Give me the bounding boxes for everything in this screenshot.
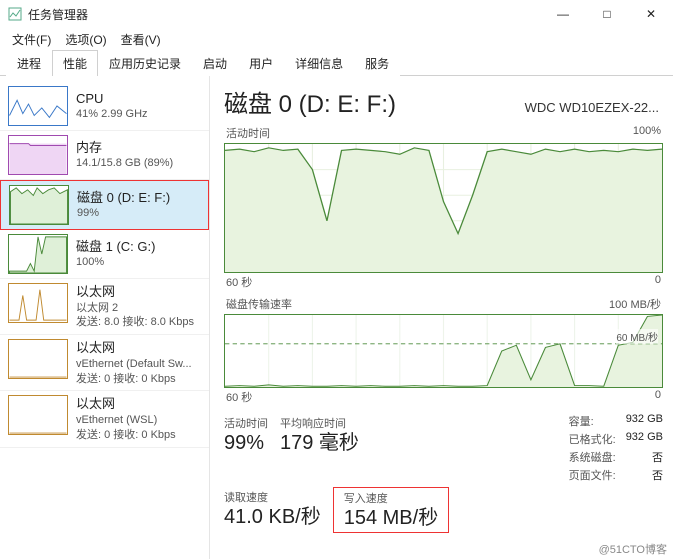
axis-left-1: 60 秒 bbox=[226, 274, 252, 290]
active-time-graph bbox=[224, 143, 663, 273]
tab-bar: 进程 性能 应用历史记录 启动 用户 详细信息 服务 bbox=[0, 50, 673, 76]
active-time-block: 活动时间 100% 60 秒 0 bbox=[224, 125, 663, 290]
sidebar-disk0-sub: 99% bbox=[77, 206, 170, 221]
sidebar-eth0-sub: 发送: 8.0 接收: 8.0 Kbps bbox=[76, 315, 194, 330]
disk-model: WDC WD10EZEX-22... bbox=[408, 100, 663, 115]
sidebar-memory-label: 内存 bbox=[76, 139, 173, 157]
axis-right-1: 0 bbox=[655, 274, 661, 290]
cpu-thumb bbox=[8, 86, 68, 126]
stat-read-label: 读取速度 bbox=[224, 489, 321, 505]
tab-users[interactable]: 用户 bbox=[238, 50, 284, 76]
sidebar-eth1-label: 以太网 bbox=[76, 339, 192, 357]
meta-formatted-label: 已格式化: bbox=[569, 431, 616, 447]
sidebar-eth2-name: vEthernet (WSL) bbox=[76, 413, 176, 428]
maximize-button[interactable]: □ bbox=[585, 0, 629, 28]
sidebar-disk1-label: 磁盘 1 (C: G:) bbox=[76, 238, 155, 256]
stat-read-value: 41.0 KB/秒 bbox=[224, 505, 321, 529]
menu-view[interactable]: 查看(V) bbox=[115, 29, 167, 50]
meta-sysdisk-label: 系统磁盘: bbox=[569, 449, 616, 465]
sidebar-item-ethernet-1[interactable]: 以太网 vEthernet (Default Sw... 发送: 0 接收: 0… bbox=[0, 335, 209, 391]
sidebar-item-ethernet-0[interactable]: 以太网 以太网 2 发送: 8.0 接收: 8.0 Kbps bbox=[0, 279, 209, 335]
sidebar-cpu-label: CPU bbox=[76, 90, 148, 108]
axis-right-2: 0 bbox=[655, 389, 661, 405]
app-icon bbox=[8, 7, 22, 21]
stat-resp-value: 179 毫秒 bbox=[280, 431, 359, 455]
sidebar-eth0-label: 以太网 bbox=[76, 283, 194, 301]
memory-thumb bbox=[8, 135, 68, 175]
sidebar-eth2-sub: 发送: 0 接收: 0 Kbps bbox=[76, 428, 176, 443]
sidebar-item-memory[interactable]: 内存 14.1/15.8 GB (89%) bbox=[0, 131, 209, 180]
active-time-label: 活动时间 bbox=[226, 125, 270, 141]
performance-detail: 磁盘 0 (D: E: F:) WDC WD10EZEX-22... 活动时间 … bbox=[210, 76, 673, 559]
active-time-max: 100% bbox=[633, 125, 661, 141]
sidebar-disk1-sub: 100% bbox=[76, 255, 155, 270]
tab-startup[interactable]: 启动 bbox=[192, 50, 238, 76]
stat-write-label: 写入速度 bbox=[344, 490, 438, 506]
sidebar-item-ethernet-2[interactable]: 以太网 vEthernet (WSL) 发送: 0 接收: 0 Kbps bbox=[0, 391, 209, 447]
stat-resp-label: 平均响应时间 bbox=[280, 415, 359, 431]
menu-bar: 文件(F) 选项(O) 查看(V) bbox=[0, 28, 673, 50]
sidebar-memory-sub: 14.1/15.8 GB (89%) bbox=[76, 156, 173, 171]
meta-pagefile-value: 否 bbox=[626, 467, 663, 483]
window-titlebar: 任务管理器 — □ ✕ bbox=[0, 0, 673, 28]
transfer-rate-dashlabel: 60 MB/秒 bbox=[616, 329, 658, 344]
stat-active-label: 活动时间 bbox=[224, 415, 268, 431]
stat-active-value: 99% bbox=[224, 431, 268, 455]
detail-title: 磁盘 0 (D: E: F:) bbox=[224, 84, 396, 119]
sidebar-item-disk1[interactable]: 磁盘 1 (C: G:) 100% bbox=[0, 230, 209, 279]
disk1-thumb bbox=[8, 234, 68, 274]
close-button[interactable]: ✕ bbox=[629, 0, 673, 28]
transfer-rate-max: 100 MB/秒 bbox=[609, 296, 661, 312]
tab-processes[interactable]: 进程 bbox=[6, 50, 52, 76]
sidebar-eth1-name: vEthernet (Default Sw... bbox=[76, 357, 192, 372]
meta-formatted-value: 932 GB bbox=[626, 431, 663, 447]
transfer-rate-graph: 60 MB/秒 bbox=[224, 314, 663, 388]
transfer-rate-label: 磁盘传输速率 bbox=[226, 296, 292, 312]
tab-services[interactable]: 服务 bbox=[354, 50, 400, 76]
sidebar-disk0-label: 磁盘 0 (D: E: F:) bbox=[77, 189, 170, 207]
sidebar-item-cpu[interactable]: CPU 41% 2.99 GHz bbox=[0, 82, 209, 131]
eth1-thumb bbox=[8, 339, 68, 379]
sidebar-item-disk0[interactable]: 磁盘 0 (D: E: F:) 99% bbox=[0, 180, 209, 230]
sidebar-eth1-sub: 发送: 0 接收: 0 Kbps bbox=[76, 372, 192, 387]
eth2-thumb bbox=[8, 395, 68, 435]
stat-write-highlight: 写入速度 154 MB/秒 bbox=[333, 487, 449, 533]
meta-pagefile-label: 页面文件: bbox=[569, 467, 616, 483]
meta-capacity-label: 容量: bbox=[569, 413, 616, 429]
tab-details[interactable]: 详细信息 bbox=[284, 50, 354, 76]
disk0-thumb bbox=[9, 185, 69, 225]
sidebar-eth0-name: 以太网 2 bbox=[76, 301, 194, 316]
window-title: 任务管理器 bbox=[28, 6, 541, 23]
performance-sidebar: CPU 41% 2.99 GHz 内存 14.1/15.8 GB (89%) 磁… bbox=[0, 76, 210, 559]
stat-write-value: 154 MB/秒 bbox=[344, 506, 438, 530]
sidebar-eth2-label: 以太网 bbox=[76, 395, 176, 413]
axis-left-2: 60 秒 bbox=[226, 389, 252, 405]
menu-options[interactable]: 选项(O) bbox=[59, 29, 112, 50]
minimize-button[interactable]: — bbox=[541, 0, 585, 28]
disk-meta: 容量: 932 GB 已格式化: 932 GB 系统磁盘: 否 页面文件: 否 bbox=[569, 413, 663, 483]
eth0-thumb bbox=[8, 283, 68, 323]
tab-performance[interactable]: 性能 bbox=[52, 50, 98, 76]
menu-file[interactable]: 文件(F) bbox=[6, 29, 57, 50]
transfer-rate-block: 磁盘传输速率 100 MB/秒 60 MB/秒 60 秒 0 bbox=[224, 296, 663, 405]
meta-capacity-value: 932 GB bbox=[626, 413, 663, 429]
meta-sysdisk-value: 否 bbox=[626, 449, 663, 465]
tab-app-history[interactable]: 应用历史记录 bbox=[98, 50, 192, 76]
sidebar-cpu-sub: 41% 2.99 GHz bbox=[76, 107, 148, 122]
